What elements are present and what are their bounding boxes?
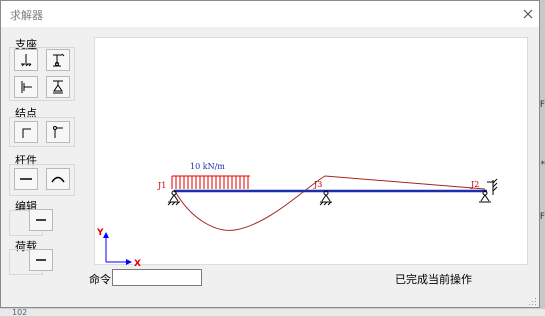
axis-y-label: Y	[96, 228, 104, 238]
roller-support-button[interactable]	[14, 76, 38, 98]
load-tool-icon	[36, 259, 46, 261]
hinged-node-icon	[53, 126, 63, 138]
straight-member-button[interactable]	[14, 168, 38, 190]
node-label-j2: J2	[470, 180, 479, 189]
coordinate-axes	[103, 232, 132, 265]
close-button[interactable]	[519, 5, 537, 23]
node-label-j1: J1	[157, 181, 166, 190]
edit-tool-icon	[36, 219, 46, 221]
solver-dialog: 求解器 支座 结点 杆件 编辑 荷载 10 kN/m J1 J3 J2 Y X …	[0, 0, 540, 308]
hinge-support-button[interactable]	[46, 76, 70, 98]
axis-x-label: X	[134, 259, 141, 266]
hinged-node-button[interactable]	[46, 121, 70, 143]
structure-diagram: 10 kN/m J1 J3 J2 Y X	[96, 162, 498, 266]
background-text: 102	[12, 308, 28, 317]
title-bar: 求解器	[1, 1, 539, 27]
command-label: 命令	[89, 273, 111, 286]
straight-member-icon	[20, 178, 32, 180]
status-message: 已完成当前操作	[395, 273, 472, 286]
load-button[interactable]	[29, 249, 53, 271]
load-value-label: 10 kN/m	[190, 162, 225, 171]
node-label-j3: J3	[313, 180, 322, 189]
background-window-edge: F * F	[540, 0, 545, 315]
window-title: 求解器	[10, 9, 43, 22]
pinned-support-icon	[53, 53, 65, 67]
roller-support-icon	[21, 81, 32, 93]
command-input[interactable]	[112, 269, 202, 286]
fixed-support-icon	[21, 54, 32, 67]
support-j1	[167, 190, 180, 206]
rigid-node-icon	[22, 128, 31, 138]
hinge-support-icon	[53, 80, 63, 94]
support-j3	[319, 190, 332, 206]
curved-member-icon	[51, 176, 65, 183]
rigid-node-button[interactable]	[14, 121, 38, 143]
curved-member-button[interactable]	[46, 168, 70, 190]
drawing-canvas[interactable]: 10 kN/m J1 J3 J2 Y X	[94, 37, 528, 266]
pinned-support-button[interactable]	[46, 49, 70, 71]
fixed-support-button[interactable]	[14, 49, 38, 71]
edit-button[interactable]	[29, 209, 53, 231]
close-icon	[523, 9, 533, 19]
distributed-load	[171, 175, 250, 189]
resize-grip-icon[interactable]	[529, 298, 537, 306]
